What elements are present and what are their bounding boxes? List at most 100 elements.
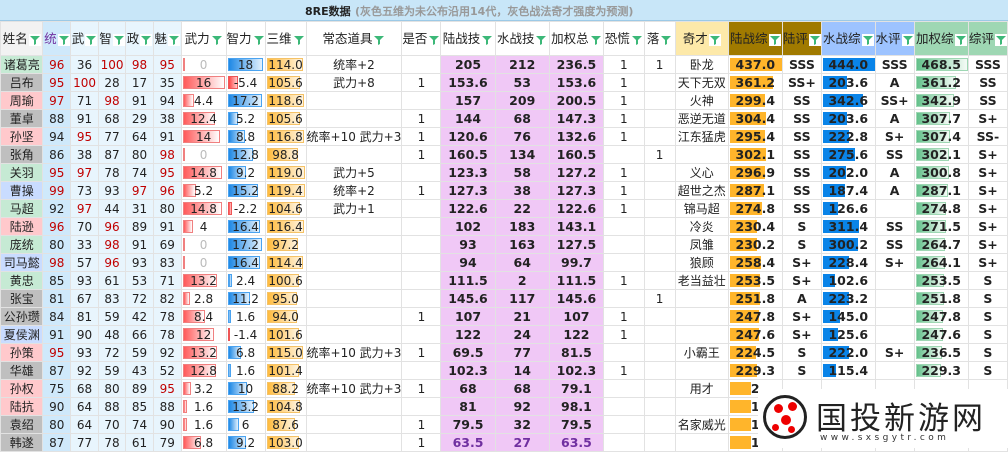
table-cell[interactable]: 247.8: [727, 307, 783, 326]
table-cell[interactable]: 222.8: [820, 127, 876, 146]
table-cell[interactable]: 275.6: [820, 145, 876, 164]
table-cell[interactable]: 122: [548, 325, 605, 344]
table-cell[interactable]: 13.2: [180, 343, 227, 362]
table-cell[interactable]: 5.2: [180, 181, 227, 200]
table-cell[interactable]: 80: [152, 199, 182, 218]
table-cell[interactable]: 202.0: [820, 163, 876, 182]
table-cell[interactable]: [643, 253, 676, 272]
table-cell[interactable]: 104.8: [264, 397, 307, 416]
table-cell[interactable]: 97: [70, 163, 99, 182]
table-cell[interactable]: 98: [97, 91, 127, 110]
table-cell[interactable]: 72: [125, 289, 154, 308]
table-cell[interactable]: 0: [180, 55, 227, 74]
table-cell[interactable]: 95.0: [264, 289, 307, 308]
table-cell[interactable]: 72: [97, 343, 127, 362]
table-cell[interactable]: 87.6: [264, 415, 307, 434]
table-cell[interactable]: 1: [603, 91, 645, 110]
table-cell[interactable]: 凤雏: [674, 235, 729, 254]
table-cell[interactable]: 12.8: [225, 145, 266, 164]
table-cell[interactable]: 1.6: [180, 397, 227, 416]
table-cell[interactable]: 21: [494, 307, 550, 326]
table-cell[interactable]: 78: [152, 307, 182, 326]
table-cell[interactable]: 64: [70, 415, 99, 434]
table-cell[interactable]: S+: [967, 163, 1008, 182]
table-cell[interactable]: 98.8: [264, 145, 307, 164]
table-cell[interactable]: 63.5: [548, 433, 605, 452]
table-cell[interactable]: 27: [494, 433, 550, 452]
filter-icon[interactable]: [630, 33, 643, 46]
table-cell[interactable]: 68: [97, 109, 127, 128]
table-cell[interactable]: [674, 145, 729, 164]
table-cell[interactable]: 1: [603, 271, 645, 290]
table-cell[interactable]: [401, 91, 442, 110]
table-cell[interactable]: [603, 433, 645, 452]
table-cell[interactable]: 武力+5: [305, 163, 403, 182]
table-cell[interactable]: [643, 109, 676, 128]
table-cell[interactable]: S: [781, 235, 822, 254]
table-cell[interactable]: 36: [70, 55, 99, 74]
table-cell[interactable]: 71: [70, 91, 99, 110]
table-cell[interactable]: [401, 199, 442, 218]
table-cell[interactable]: 1: [401, 433, 442, 452]
table-cell[interactable]: 86: [42, 145, 72, 164]
table-cell[interactable]: 84: [42, 307, 72, 326]
table-cell[interactable]: 统率+10 武力+3: [305, 343, 403, 362]
table-cell[interactable]: [401, 271, 442, 290]
table-cell[interactable]: [305, 91, 403, 110]
table-cell[interactable]: 90: [70, 325, 99, 344]
table-cell[interactable]: [674, 307, 729, 326]
table-cell[interactable]: 4: [180, 217, 227, 236]
table-cell[interactable]: S+: [967, 253, 1008, 272]
table-cell[interactable]: [401, 163, 442, 182]
table-cell[interactable]: [305, 271, 403, 290]
filter-icon[interactable]: [768, 33, 781, 46]
filter-icon[interactable]: [168, 33, 181, 46]
table-cell[interactable]: 93: [70, 271, 99, 290]
column-header[interactable]: 武力: [180, 21, 227, 56]
table-cell[interactable]: [643, 199, 676, 218]
table-cell[interactable]: 1: [401, 343, 442, 362]
filter-icon[interactable]: [808, 33, 821, 46]
table-cell[interactable]: 143.1: [548, 217, 605, 236]
table-cell[interactable]: 1.6: [180, 415, 227, 434]
filter-icon[interactable]: [994, 33, 1007, 46]
table-cell[interactable]: 1.6: [225, 307, 266, 326]
table-cell[interactable]: [305, 217, 403, 236]
table-cell[interactable]: 64: [70, 397, 99, 416]
table-cell[interactable]: 96: [42, 55, 72, 74]
table-cell[interactable]: 160.5: [440, 145, 496, 164]
column-header[interactable]: 落: [643, 21, 676, 56]
table-cell[interactable]: 224.5: [727, 343, 783, 362]
table-cell[interactable]: 超世之杰: [674, 181, 729, 200]
table-cell[interactable]: 123.3: [440, 163, 496, 182]
table-cell[interactable]: [603, 235, 645, 254]
table-cell[interactable]: 70: [70, 217, 99, 236]
table-cell[interactable]: 孙坚: [0, 127, 44, 146]
filter-icon[interactable]: [28, 33, 41, 46]
table-cell[interactable]: 251.8: [913, 289, 969, 308]
table-cell[interactable]: 127.5: [548, 235, 605, 254]
table-cell[interactable]: 114.0: [264, 55, 307, 74]
table-cell[interactable]: 203.6: [820, 73, 876, 92]
table-cell[interactable]: 163: [494, 235, 550, 254]
table-cell[interactable]: 132.6: [548, 127, 605, 146]
table-cell[interactable]: 12.4: [180, 109, 227, 128]
table-cell[interactable]: 98: [152, 145, 182, 164]
table-cell[interactable]: 79: [152, 433, 182, 452]
table-cell[interactable]: 诸葛亮: [0, 55, 44, 74]
table-cell[interactable]: 91: [125, 235, 154, 254]
table-cell[interactable]: 韩遂: [0, 433, 44, 452]
table-cell[interactable]: 87: [97, 145, 127, 164]
table-cell[interactable]: 361.2: [727, 73, 783, 92]
table-cell[interactable]: SS: [967, 91, 1008, 110]
table-cell[interactable]: 52: [152, 361, 182, 380]
table-cell[interactable]: 111.5: [548, 271, 605, 290]
table-cell[interactable]: 95: [152, 163, 182, 182]
table-cell[interactable]: 64: [494, 253, 550, 272]
filter-icon[interactable]: [85, 33, 98, 46]
table-cell[interactable]: 11.2: [225, 289, 266, 308]
table-cell[interactable]: 董卓: [0, 109, 44, 128]
table-cell[interactable]: [643, 217, 676, 236]
column-header[interactable]: 政: [125, 21, 154, 56]
table-cell[interactable]: [305, 253, 403, 272]
